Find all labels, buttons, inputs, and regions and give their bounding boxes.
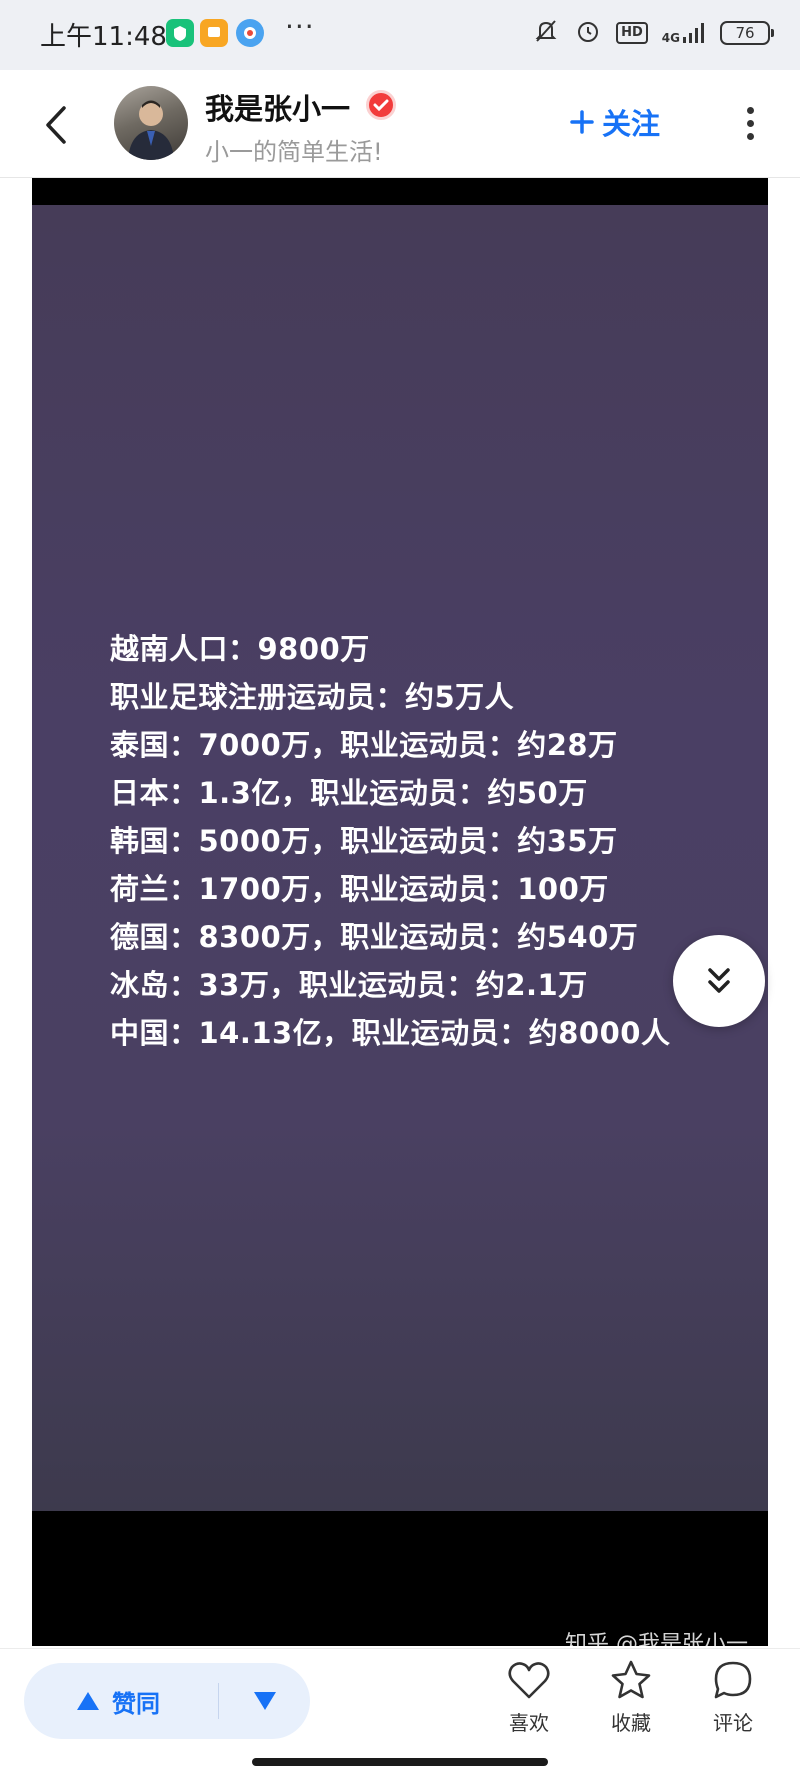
battery-indicator: 76 [720, 21, 774, 45]
favorite-label: 收藏 [611, 1711, 651, 1735]
upvote-label: 赞同 [112, 1689, 160, 1718]
follow-label: 关注 [602, 107, 661, 141]
zhihu-watermark: 知乎 @我是张小一 [565, 1632, 748, 1646]
status-time: 上午11:48 [40, 22, 167, 52]
mute-icon [532, 17, 560, 49]
author-bio: 小一的简单生活! [205, 138, 383, 166]
video-player[interactable]: 越南人口：9800万 职业足球注册运动员：约5万人 泰国：7000万，职业运动员… [32, 178, 768, 1646]
status-bar: 上午11:48 ··· HD 4G 76 [0, 0, 800, 70]
more-dot-icon [746, 107, 754, 114]
star-icon [611, 1660, 651, 1699]
double-chevron-down-icon [708, 968, 730, 993]
video-caption-line: 中国：14.13亿，职业运动员：约8000人 [110, 1016, 671, 1050]
author-header: 我是张小一 小一的简单生活! 关注 [0, 70, 800, 178]
video-caption-line: 日本：1.3亿，职业运动员：约50万 [110, 776, 588, 810]
more-dot-icon [746, 120, 754, 127]
heart-icon [508, 1662, 550, 1699]
upvote-button[interactable]: 赞同 [24, 1663, 218, 1739]
alarm-icon [574, 17, 602, 49]
triangle-up-icon [77, 1692, 99, 1710]
more-options-button[interactable] [735, 104, 765, 144]
video-caption-line: 德国：8300万，职业运动员：约540万 [110, 920, 639, 954]
notes-app-icon [200, 19, 228, 47]
video-caption-line: 韩国：5000万，职业运动员：约35万 [110, 824, 618, 858]
network-type: 4G [661, 31, 680, 45]
video-caption-line: 越南人口：9800万 [110, 632, 370, 666]
scroll-down-button[interactable] [673, 935, 765, 1027]
verified-badge-icon [366, 90, 396, 120]
signal-icon: 4G [662, 22, 706, 44]
more-dot-icon [746, 133, 754, 140]
vote-control: 赞同 [24, 1663, 310, 1739]
video-frame-content: 越南人口：9800万 职业足球注册运动员：约5万人 泰国：7000万，职业运动员… [32, 205, 768, 1511]
triangle-down-icon [253, 1692, 276, 1710]
comment-bubble-icon [714, 1661, 752, 1699]
comment-label: 评论 [713, 1711, 753, 1735]
news-app-icon [236, 19, 264, 47]
plus-icon [570, 110, 594, 134]
wechat-app-icon [166, 19, 194, 47]
hd-badge: HD [616, 22, 648, 44]
avatar[interactable] [114, 86, 188, 160]
video-caption-line: 冰岛：33万，职业运动员：约2.1万 [110, 968, 588, 1002]
favorite-button[interactable]: 收藏 [596, 1659, 666, 1736]
back-button[interactable] [36, 100, 76, 150]
status-more-dots: ··· [285, 10, 315, 43]
video-caption-line: 职业足球注册运动员：约5万人 [110, 680, 515, 714]
like-button[interactable]: 喜欢 [494, 1659, 564, 1736]
chevron-left-icon [46, 106, 66, 144]
like-label: 喜欢 [509, 1711, 549, 1735]
video-caption-line: 荷兰：1700万，职业运动员：100万 [110, 872, 609, 906]
home-indicator[interactable] [252, 1758, 548, 1766]
video-caption-line: 泰国：7000万，职业运动员：约28万 [110, 728, 618, 762]
downvote-button[interactable] [219, 1663, 310, 1739]
video-caption-block: 越南人口：9800万 职业足球注册运动员：约5万人 泰国：7000万，职业运动员… [110, 625, 670, 1057]
comment-button[interactable]: 评论 [698, 1659, 768, 1736]
follow-button[interactable]: 关注 [570, 100, 660, 144]
author-name[interactable]: 我是张小一 [205, 86, 350, 128]
